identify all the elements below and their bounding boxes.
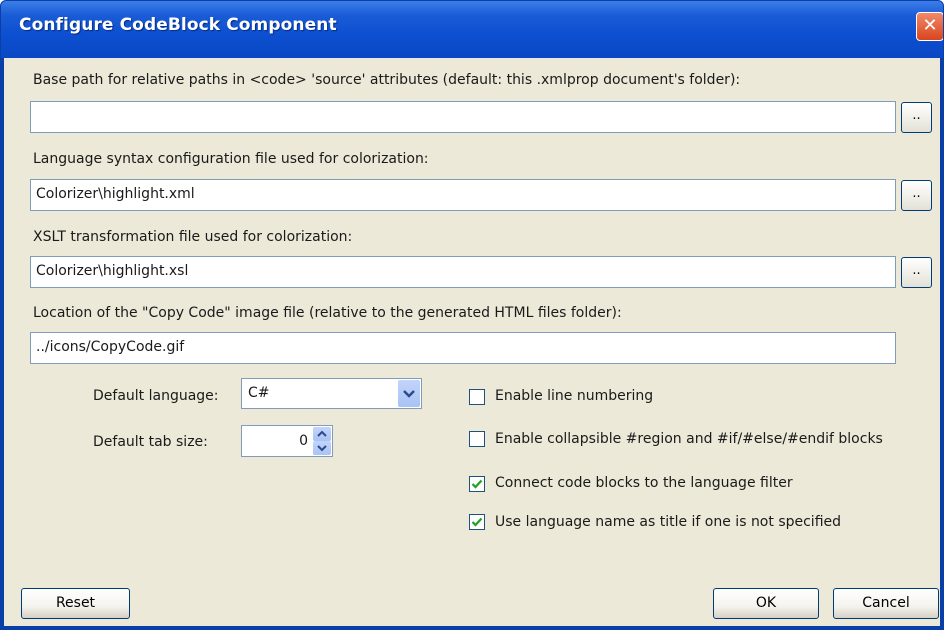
ok-button[interactable]: OK bbox=[713, 588, 819, 619]
tab-size-stepper[interactable]: 0 bbox=[241, 425, 333, 457]
default-language-value: C# bbox=[248, 385, 270, 401]
title-bar[interactable]: Configure CodeBlock Component ✕ bbox=[1, 1, 943, 58]
collapsible-blocks-checkbox[interactable] bbox=[469, 431, 485, 447]
spin-up-button[interactable] bbox=[313, 427, 331, 441]
close-icon: ✕ bbox=[922, 15, 938, 36]
close-button[interactable]: ✕ bbox=[916, 12, 943, 41]
cancel-button[interactable]: Cancel bbox=[833, 588, 939, 619]
copy-image-input[interactable]: ../icons/CopyCode.gif bbox=[30, 332, 896, 364]
line-numbering-checkbox[interactable] bbox=[469, 389, 485, 405]
arrow-down-icon bbox=[317, 445, 327, 452]
xslt-file-input[interactable]: Colorizer\highlight.xsl bbox=[30, 256, 896, 288]
base-path-label: Base path for relative paths in <code> '… bbox=[33, 72, 741, 88]
arrow-up-icon bbox=[317, 430, 327, 437]
base-path-input[interactable] bbox=[30, 101, 896, 133]
dialog-window: Configure CodeBlock Component ✕ Base pat… bbox=[0, 0, 944, 630]
default-tab-size-label: Default tab size: bbox=[93, 434, 208, 450]
default-language-select[interactable]: C# bbox=[241, 378, 422, 409]
chevron-down-icon bbox=[403, 390, 415, 398]
syntax-file-browse-button[interactable]: .. bbox=[901, 180, 932, 211]
syntax-file-input[interactable]: Colorizer\highlight.xml bbox=[30, 179, 896, 211]
language-filter-checkbox[interactable] bbox=[469, 476, 485, 492]
xslt-file-label: XSLT transformation file used for colori… bbox=[33, 229, 353, 245]
checkmark-icon bbox=[471, 517, 483, 527]
collapsible-blocks-label: Enable collapsible #region and #if/#else… bbox=[495, 431, 883, 447]
dropdown-button[interactable] bbox=[398, 380, 420, 407]
copy-image-label: Location of the "Copy Code" image file (… bbox=[33, 305, 622, 321]
xslt-file-browse-button[interactable]: .. bbox=[901, 257, 932, 288]
tab-size-value: 0 bbox=[299, 433, 308, 449]
dialog-title: Configure CodeBlock Component bbox=[19, 15, 337, 35]
dialog-body: Base path for relative paths in <code> '… bbox=[4, 58, 940, 626]
syntax-file-label: Language syntax configuration file used … bbox=[33, 151, 429, 167]
line-numbering-label: Enable line numbering bbox=[495, 388, 654, 404]
reset-button[interactable]: Reset bbox=[21, 588, 130, 619]
language-title-checkbox[interactable] bbox=[469, 514, 485, 530]
spin-down-button[interactable] bbox=[313, 441, 331, 455]
language-filter-label: Connect code blocks to the language filt… bbox=[495, 475, 793, 491]
default-language-label: Default language: bbox=[93, 388, 219, 404]
language-title-label: Use language name as title if one is not… bbox=[495, 514, 842, 530]
checkmark-icon bbox=[471, 479, 483, 489]
base-path-browse-button[interactable]: .. bbox=[901, 102, 932, 133]
